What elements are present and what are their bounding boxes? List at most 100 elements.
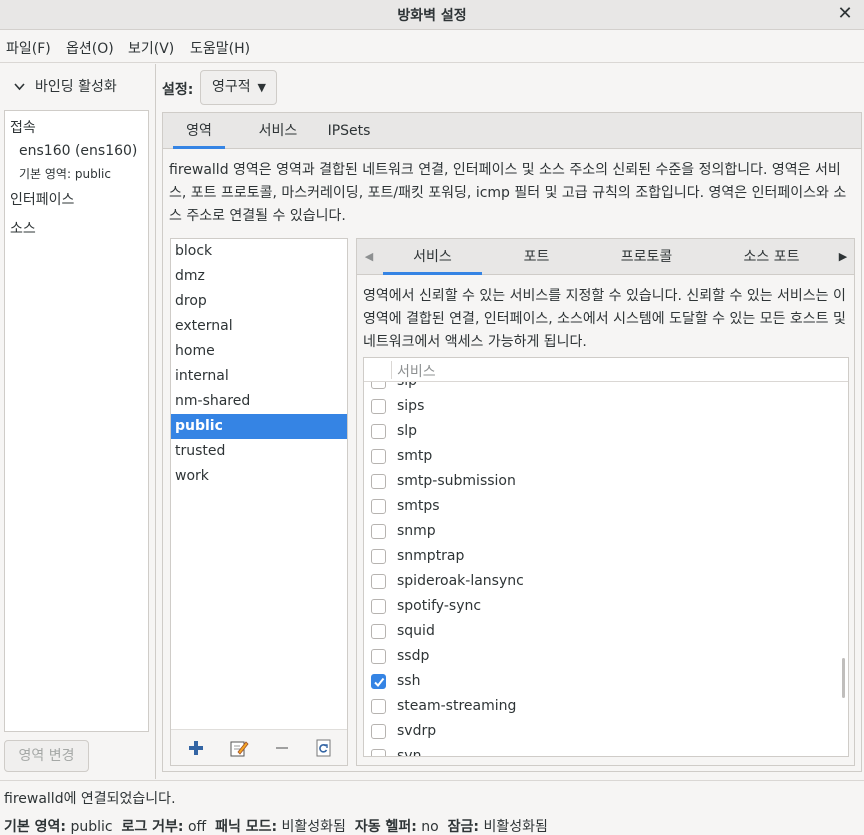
lockdown-label: 잠금: <box>447 819 479 835</box>
connection-zone: 기본 영역: public <box>19 165 111 182</box>
menu-view[interactable]: 보기(V) <box>128 38 174 58</box>
service-row[interactable]: ssdp <box>364 645 848 670</box>
service-row[interactable]: spotify-sync <box>364 595 848 620</box>
binding-toggle[interactable]: 바인딩 활성화 <box>14 76 117 96</box>
connection-item[interactable]: ens160 (ens160) <box>19 143 137 159</box>
service-row[interactable]: snmp <box>364 520 848 545</box>
inner-tab-protocols[interactable]: 프로토콜 <box>597 239 696 275</box>
config-value: 영구적 <box>212 79 251 95</box>
service-row[interactable]: squid <box>364 620 848 645</box>
tab-scroll-left-icon[interactable]: ◀ <box>359 239 379 275</box>
service-checkbox[interactable] <box>371 624 386 639</box>
sources-heading[interactable]: 소스 <box>10 218 36 238</box>
close-icon[interactable]: ✕ <box>834 3 856 25</box>
change-zone-button[interactable]: 영역 변경 <box>4 740 89 772</box>
service-row[interactable]: smtps <box>364 495 848 520</box>
service-checkbox[interactable] <box>371 424 386 439</box>
service-checkbox[interactable] <box>371 524 386 539</box>
service-row[interactable]: svdrp <box>364 720 848 745</box>
connections-heading[interactable]: 접속 <box>10 117 36 137</box>
window-title: 방화벽 설정 <box>397 8 467 24</box>
connections-panel: 접속 ens160 (ens160) 기본 영역: public 인터페이스 소… <box>4 110 149 732</box>
tab-scroll-right-icon[interactable]: ▶ <box>833 239 853 275</box>
interfaces-heading[interactable]: 인터페이스 <box>10 189 74 209</box>
zone-description: firewalld 영역은 영역과 결합된 네트워크 연결, 인터페이스 및 소… <box>169 162 847 224</box>
service-checkbox[interactable] <box>371 399 386 414</box>
service-row[interactable]: sip <box>364 382 848 395</box>
services-column-header[interactable]: 서비스 <box>397 361 436 381</box>
zone-item-trusted[interactable]: trusted <box>171 439 347 464</box>
zone-item-block[interactable]: block <box>171 239 347 264</box>
service-checkbox[interactable] <box>371 382 386 389</box>
default-zone-value: public <box>70 819 113 835</box>
services-list: 서비스 sip sips slp smtp smtp-submission smtps sn… <box>363 357 849 757</box>
zone-item-home[interactable]: home <box>171 339 347 364</box>
service-row[interactable]: steam-streaming <box>364 695 848 720</box>
service-name: sip <box>397 382 417 389</box>
zone-item-public[interactable]: public <box>171 414 347 439</box>
zone-item-nm-shared[interactable]: nm-shared <box>171 389 347 414</box>
panic-mode-value: 비활성화됨 <box>281 819 346 835</box>
zone-list: block dmz drop external home internal nm… <box>170 238 348 766</box>
config-dropdown[interactable]: 영구적 ▼ <box>200 70 277 105</box>
service-checkbox[interactable] <box>371 599 386 614</box>
menu-options[interactable]: 옵션(O) <box>66 38 114 58</box>
service-row[interactable]: spideroak-lansync <box>364 570 848 595</box>
checkmark-icon <box>374 677 385 688</box>
inner-tab-ports[interactable]: 포트 <box>487 239 586 275</box>
remove-icon[interactable] <box>272 738 292 758</box>
zone-item-drop[interactable]: drop <box>171 289 347 314</box>
zone-item-internal[interactable]: internal <box>171 364 347 389</box>
service-row[interactable]: smtp-submission <box>364 470 848 495</box>
header-separator <box>391 361 392 379</box>
services-scrollbar[interactable] <box>842 658 845 698</box>
service-checkbox[interactable] <box>371 474 386 489</box>
chevron-down-icon <box>14 79 25 95</box>
service-checkbox[interactable] <box>371 724 386 739</box>
tab-services[interactable]: 서비스 <box>238 113 318 149</box>
service-checkbox[interactable] <box>371 674 386 689</box>
tab-zones[interactable]: 영역 <box>173 113 225 149</box>
service-row[interactable]: snmptrap <box>364 545 848 570</box>
service-checkbox[interactable] <box>371 449 386 464</box>
add-icon[interactable] <box>186 738 206 758</box>
panic-mode-label: 패닉 모드: <box>215 819 278 835</box>
service-checkbox[interactable] <box>371 574 386 589</box>
reload-icon[interactable] <box>314 738 334 758</box>
service-row[interactable]: smtp <box>364 445 848 470</box>
zone-item-external[interactable]: external <box>171 314 347 339</box>
menu-help[interactable]: 도움말(H) <box>190 38 250 58</box>
status-details: 기본 영역: public 로그 거부: off 패닉 모드: 비활성화됨 자동… <box>4 816 548 835</box>
edit-icon[interactable] <box>229 738 249 758</box>
service-checkbox[interactable] <box>371 549 386 564</box>
zone-detail-tabbar: ◀ 서비스 포트 프로토콜 소스 포트 ▶ <box>357 239 854 275</box>
menu-file[interactable]: 파일(F) <box>6 38 51 58</box>
service-name: spotify-sync <box>397 598 482 614</box>
service-name: smtp-submission <box>397 473 516 489</box>
service-name: slp <box>397 423 418 439</box>
service-name: ssdp <box>397 648 430 664</box>
connection-zone-value: public <box>74 167 111 181</box>
service-name: svn <box>397 748 422 757</box>
zone-item-dmz[interactable]: dmz <box>171 264 347 289</box>
service-checkbox[interactable] <box>371 749 386 756</box>
service-name: spideroak-lansync <box>397 573 524 589</box>
service-checkbox[interactable] <box>371 699 386 714</box>
default-zone-label: 기본 영역: <box>4 819 66 835</box>
zone-item-work[interactable]: work <box>171 464 347 489</box>
services-list-header: 서비스 <box>364 358 848 382</box>
service-name: squid <box>397 623 435 639</box>
service-name: sips <box>397 398 425 414</box>
inner-tab-services[interactable]: 서비스 <box>383 239 482 275</box>
status-bar: firewalld에 연결되었습니다. 기본 영역: public 로그 거부:… <box>0 780 864 835</box>
service-row[interactable]: ssh <box>364 670 848 695</box>
service-name: steam-streaming <box>397 698 517 714</box>
service-row[interactable]: slp <box>364 420 848 445</box>
service-row[interactable]: sips <box>364 395 848 420</box>
config-label: 설정: <box>162 82 194 98</box>
service-row[interactable]: svn <box>364 745 848 757</box>
tab-ipsets[interactable]: IPSets <box>309 113 389 149</box>
service-checkbox[interactable] <box>371 649 386 664</box>
service-checkbox[interactable] <box>371 499 386 514</box>
inner-tab-source-ports[interactable]: 소스 포트 <box>722 239 821 275</box>
